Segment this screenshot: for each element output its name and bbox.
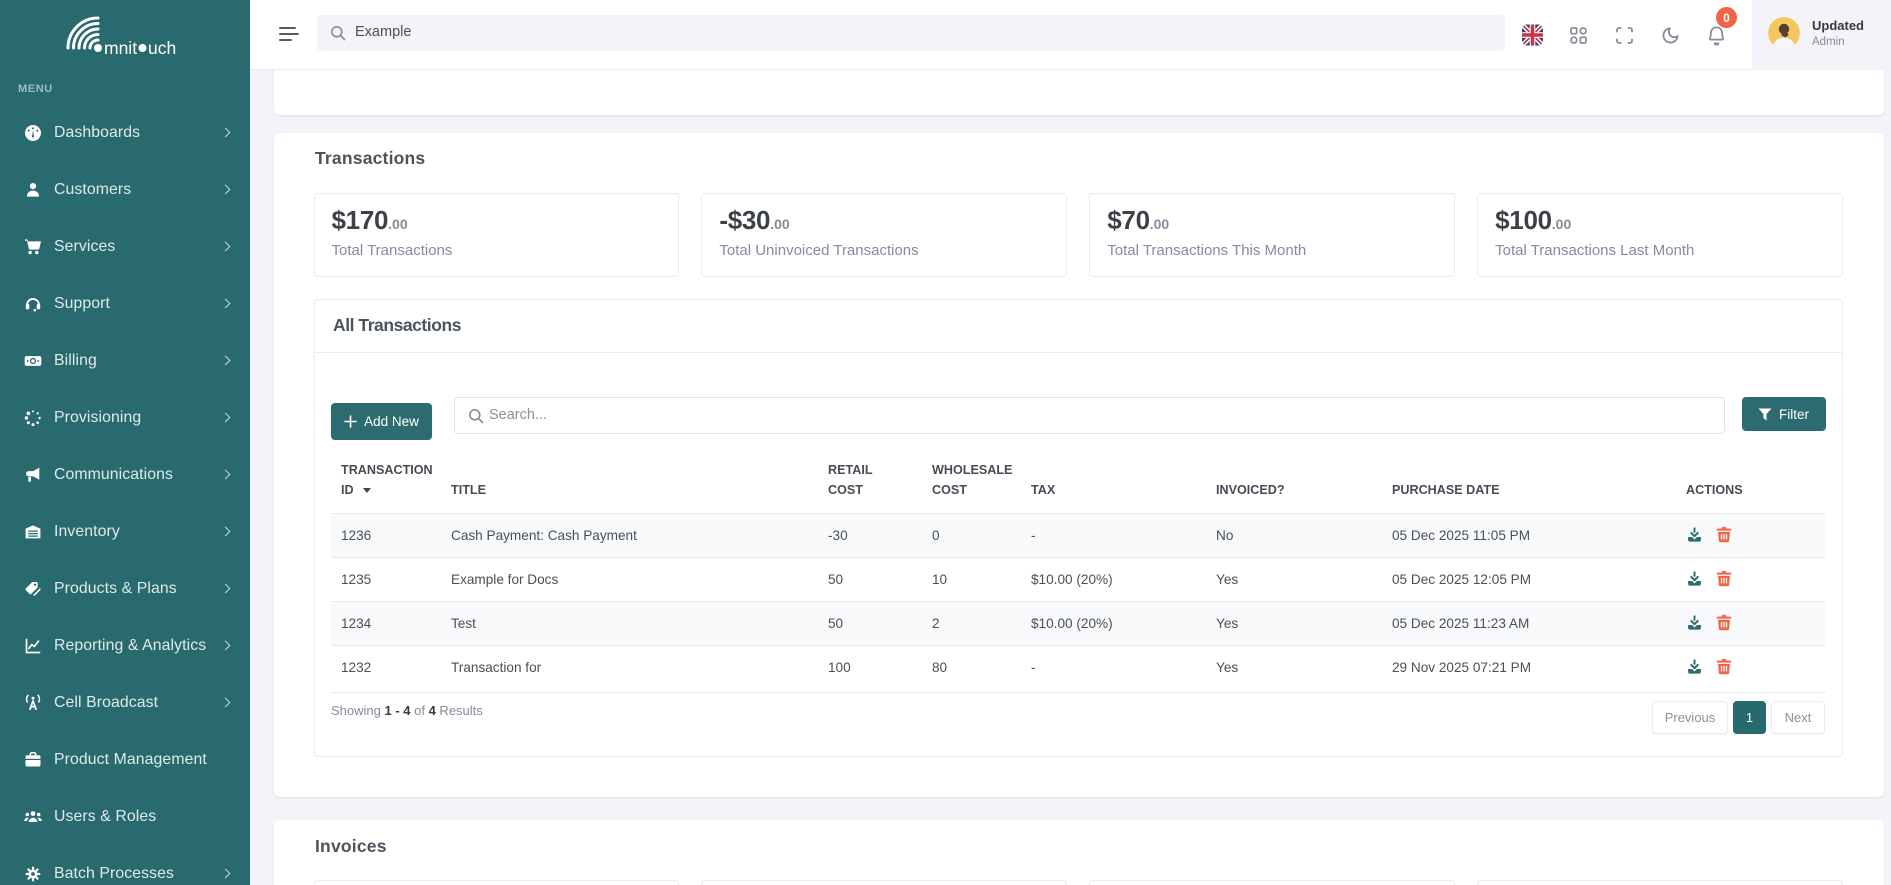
svg-text:uch: uch xyxy=(148,38,176,58)
svg-text:mnit: mnit xyxy=(104,38,137,58)
